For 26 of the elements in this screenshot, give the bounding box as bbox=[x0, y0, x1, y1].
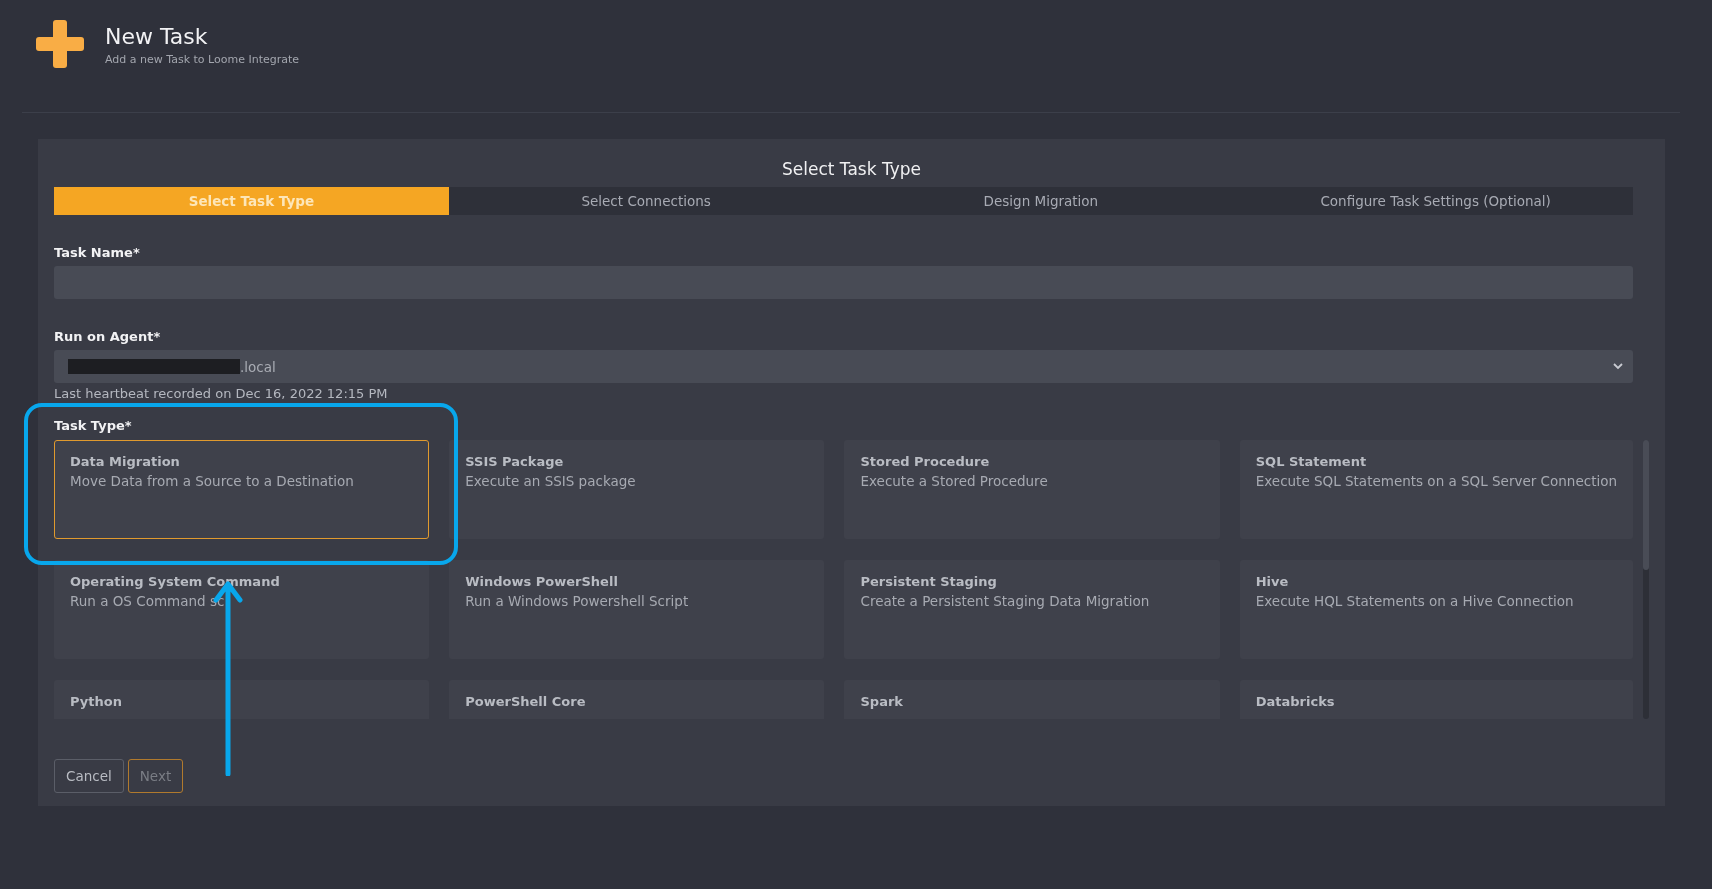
plus-icon bbox=[36, 20, 84, 68]
task-type-card[interactable]: Spark bbox=[844, 680, 1220, 719]
field-label: Task Name* bbox=[54, 245, 141, 260]
task-type-card[interactable]: Hive Execute HQL Statements on a Hive Connection bbox=[1239, 560, 1633, 659]
scrollbar[interactable] bbox=[1643, 440, 1649, 719]
heartbeat-text: Last heartbeat recorded on Dec 16, 2022 12:15 PM bbox=[54, 386, 389, 401]
task-type-card[interactable]: SQL Statement Execute SQL Statements on a SQL Server Connection bbox=[1239, 440, 1633, 539]
page-subtitle: Add a new Task to Loome Integrate bbox=[105, 53, 300, 66]
task-type-card[interactable]: Windows PowerShell Run a Windows Powershell Script bbox=[449, 560, 825, 659]
field-label: Run on Agent* bbox=[54, 329, 162, 344]
panel-title: Select Task Type bbox=[781, 159, 922, 179]
task-type-card[interactable]: Data Migration Move Data from a Source to a Destination bbox=[54, 440, 430, 539]
agent-select[interactable]: .local bbox=[54, 350, 1633, 383]
task-type-card[interactable]: PowerShell Core bbox=[449, 680, 825, 719]
step-tab[interactable]: Design Migration bbox=[843, 187, 1239, 215]
task-type-card[interactable]: Python bbox=[54, 680, 430, 719]
field-label: Task Type* bbox=[54, 418, 133, 433]
chevron-down-icon bbox=[1613, 363, 1623, 370]
step-tab[interactable]: Select Connections bbox=[448, 187, 844, 215]
form-button[interactable]: Cancel bbox=[54, 759, 124, 793]
page-title: New Task bbox=[105, 24, 209, 49]
task-type-card[interactable]: SSIS Package Execute an SSIS package bbox=[449, 440, 825, 539]
task-type-card[interactable]: Databricks bbox=[1239, 680, 1633, 719]
task-type-card[interactable]: Stored Procedure Execute a Stored Procedure bbox=[844, 440, 1220, 539]
step-tab[interactable]: Configure Task Settings (Optional) bbox=[1238, 187, 1633, 215]
task-type-card[interactable]: Persistent Staging Create a Persistent Staging Data Migration bbox=[844, 560, 1220, 659]
